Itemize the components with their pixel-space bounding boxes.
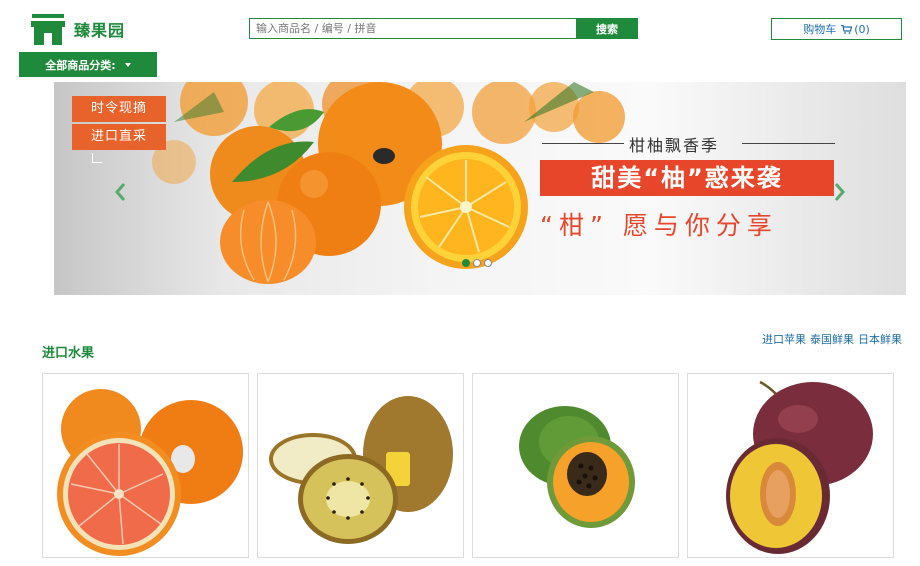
search-input[interactable] (249, 18, 576, 39)
cart-button[interactable]: 购物车 (0) (771, 18, 902, 40)
tag-corner-decoration (92, 153, 102, 163)
product-card[interactable] (42, 373, 249, 558)
chevron-left-icon[interactable] (114, 182, 126, 202)
category-menu-button[interactable]: 全部商品分类: (19, 52, 157, 77)
product-image-papaya (519, 406, 635, 528)
product-image-kiwi (269, 396, 453, 544)
headline-line-right (742, 143, 835, 144)
banner-slogan-main: 甜美“柚”惑来袭 (540, 160, 834, 196)
product-card[interactable] (257, 373, 464, 558)
section-links: 进口苹果 泰国鲜果 日本鲜果 (762, 331, 902, 347)
cart-icon (841, 24, 853, 34)
brand-logo[interactable]: 臻果园 (31, 13, 125, 45)
carousel-dot[interactable] (484, 259, 492, 267)
brand-name: 臻果园 (74, 21, 126, 40)
banner-tags: 时令现摘 进口直采 (72, 96, 166, 163)
product-grid (42, 373, 894, 558)
chevron-down-icon (124, 62, 131, 67)
category-menu-label: 全部商品分类: (45, 58, 116, 72)
banner-carousel[interactable]: 时令现摘 进口直采 柑柚飘香季 甜美“柚”惑来袭 “柑” 愿与你分享 (54, 82, 906, 295)
section-link[interactable]: 泰国鲜果 (810, 331, 854, 347)
product-card[interactable] (472, 373, 679, 558)
section-link[interactable]: 日本鲜果 (858, 331, 902, 347)
product-card[interactable] (687, 373, 894, 558)
section-link[interactable]: 进口苹果 (762, 331, 806, 347)
search-button[interactable]: 搜索 (576, 18, 638, 39)
carousel-indicators (462, 259, 492, 267)
carousel-dot[interactable] (462, 259, 470, 267)
headline-line-left (542, 143, 624, 144)
product-image-plum (726, 380, 873, 554)
cart-count: (0) (854, 22, 870, 36)
search-bar: 搜索 (249, 18, 638, 39)
banner-tag-2: 进口直采 (72, 124, 166, 150)
carousel-dot[interactable] (473, 259, 481, 267)
cart-label: 购物车 (803, 23, 837, 36)
section-title: 进口水果 (42, 346, 95, 361)
banner-headline: 柑柚飘香季 (629, 136, 720, 155)
banner-slogan-sub: “柑” 愿与你分享 (540, 211, 778, 240)
product-image-blood-orange (57, 389, 243, 556)
banner-tag-1: 时令现摘 (72, 96, 166, 122)
chevron-right-icon[interactable] (834, 182, 846, 202)
store-icon (31, 14, 65, 45)
